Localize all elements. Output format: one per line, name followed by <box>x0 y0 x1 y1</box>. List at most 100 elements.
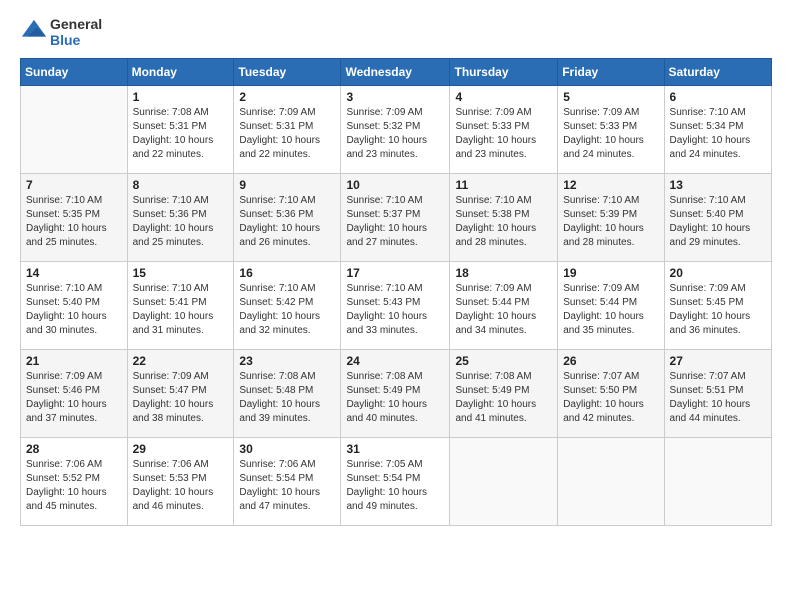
page: General Blue SundayMondayTuesdayWednesda… <box>0 0 792 612</box>
day-info: Sunrise: 7:08 AM Sunset: 5:48 PM Dayligh… <box>239 370 335 426</box>
day-number: 21 <box>26 354 122 368</box>
logo-area: General Blue <box>20 16 102 48</box>
calendar-cell: 30 Sunrise: 7:06 AM Sunset: 5:54 PM Dayli… <box>234 438 341 526</box>
calendar-cell: 17 Sunrise: 7:10 AM Sunset: 5:43 PM Dayli… <box>341 262 450 350</box>
calendar-cell: 3 Sunrise: 7:09 AM Sunset: 5:32 PM Daylig… <box>341 86 450 174</box>
day-info: Sunrise: 7:10 AM Sunset: 5:37 PM Dayligh… <box>346 194 444 250</box>
day-info: Sunrise: 7:10 AM Sunset: 5:38 PM Dayligh… <box>455 194 552 250</box>
calendar-cell: 24Sunrise: 7:08 AM Sunset: 5:49 PM Dayli… <box>341 350 450 438</box>
day-number: 1 <box>133 90 229 104</box>
calendar-cell <box>558 438 664 526</box>
calendar-cell: 20Sunrise: 7:09 AM Sunset: 5:45 PM Dayli… <box>664 262 771 350</box>
calendar-week-3: 14Sunrise: 7:10 AM Sunset: 5:40 PM Dayli… <box>21 262 772 350</box>
day-number: 5 <box>563 90 658 104</box>
day-info: Sunrise: 7:09 AM Sunset: 5:32 PM Dayligh… <box>346 106 444 162</box>
calendar-cell: 14Sunrise: 7:10 AM Sunset: 5:40 PM Dayli… <box>21 262 128 350</box>
day-number: 12 <box>563 178 658 192</box>
day-number: 26 <box>563 354 658 368</box>
calendar-table: SundayMondayTuesdayWednesdayThursdayFrid… <box>20 58 772 526</box>
day-info: Sunrise: 7:10 AM Sunset: 5:40 PM Dayligh… <box>670 194 766 250</box>
calendar-header-friday: Friday <box>558 59 664 86</box>
day-number: 30 <box>239 442 335 456</box>
day-info: Sunrise: 7:09 AM Sunset: 5:33 PM Dayligh… <box>563 106 658 162</box>
calendar-cell <box>21 86 128 174</box>
day-info: Sunrise: 7:10 AM Sunset: 5:41 PM Dayligh… <box>133 282 229 338</box>
day-info: Sunrise: 7:09 AM Sunset: 5:45 PM Dayligh… <box>670 282 766 338</box>
day-info: Sunrise: 7:09 AM Sunset: 5:47 PM Dayligh… <box>133 370 229 426</box>
calendar-cell: 22 Sunrise: 7:09 AM Sunset: 5:47 PM Dayli… <box>127 350 234 438</box>
calendar-cell: 16 Sunrise: 7:10 AM Sunset: 5:42 PM Dayli… <box>234 262 341 350</box>
day-info: Sunrise: 7:10 AM Sunset: 5:34 PM Dayligh… <box>670 106 766 162</box>
day-info: Sunrise: 7:08 AM Sunset: 5:31 PM Dayligh… <box>133 106 229 162</box>
day-number: 17 <box>346 266 444 280</box>
calendar-cell: 1 Sunrise: 7:08 AM Sunset: 5:31 PM Daylig… <box>127 86 234 174</box>
calendar-cell <box>450 438 558 526</box>
day-number: 22 <box>133 354 229 368</box>
day-info: Sunrise: 7:10 AM Sunset: 5:39 PM Dayligh… <box>563 194 658 250</box>
day-info: Sunrise: 7:10 AM Sunset: 5:43 PM Dayligh… <box>346 282 444 338</box>
day-number: 18 <box>455 266 552 280</box>
day-info: Sunrise: 7:10 AM Sunset: 5:36 PM Dayligh… <box>133 194 229 250</box>
day-number: 31 <box>346 442 444 456</box>
header: General Blue <box>20 16 772 48</box>
day-number: 28 <box>26 442 122 456</box>
calendar-week-1: 1 Sunrise: 7:08 AM Sunset: 5:31 PM Daylig… <box>21 86 772 174</box>
day-number: 29 <box>133 442 229 456</box>
day-info: Sunrise: 7:05 AM Sunset: 5:54 PM Dayligh… <box>346 458 444 514</box>
calendar-cell: 25 Sunrise: 7:08 AM Sunset: 5:49 PM Dayli… <box>450 350 558 438</box>
day-number: 14 <box>26 266 122 280</box>
calendar-header-tuesday: Tuesday <box>234 59 341 86</box>
day-info: Sunrise: 7:06 AM Sunset: 5:52 PM Dayligh… <box>26 458 122 514</box>
day-number: 19 <box>563 266 658 280</box>
day-number: 10 <box>346 178 444 192</box>
calendar-cell: 18 Sunrise: 7:09 AM Sunset: 5:44 PM Dayli… <box>450 262 558 350</box>
calendar-cell: 7 Sunrise: 7:10 AM Sunset: 5:35 PM Daylig… <box>21 174 128 262</box>
calendar-cell: 10 Sunrise: 7:10 AM Sunset: 5:37 PM Dayli… <box>341 174 450 262</box>
calendar-cell: 28 Sunrise: 7:06 AM Sunset: 5:52 PM Dayli… <box>21 438 128 526</box>
logo-text: General Blue <box>50 16 102 48</box>
day-info: Sunrise: 7:10 AM Sunset: 5:35 PM Dayligh… <box>26 194 122 250</box>
day-info: Sunrise: 7:10 AM Sunset: 5:42 PM Dayligh… <box>239 282 335 338</box>
calendar-cell: 5 Sunrise: 7:09 AM Sunset: 5:33 PM Daylig… <box>558 86 664 174</box>
day-number: 27 <box>670 354 766 368</box>
logo-icon <box>20 18 48 46</box>
calendar-cell <box>664 438 771 526</box>
calendar-cell: 8Sunrise: 7:10 AM Sunset: 5:36 PM Daylig… <box>127 174 234 262</box>
day-number: 13 <box>670 178 766 192</box>
calendar-cell: 4Sunrise: 7:09 AM Sunset: 5:33 PM Daylig… <box>450 86 558 174</box>
day-number: 11 <box>455 178 552 192</box>
calendar-header-sunday: Sunday <box>21 59 128 86</box>
day-info: Sunrise: 7:06 AM Sunset: 5:54 PM Dayligh… <box>239 458 335 514</box>
day-number: 7 <box>26 178 122 192</box>
day-number: 9 <box>239 178 335 192</box>
calendar-week-4: 21Sunrise: 7:09 AM Sunset: 5:46 PM Dayli… <box>21 350 772 438</box>
day-info: Sunrise: 7:08 AM Sunset: 5:49 PM Dayligh… <box>346 370 444 426</box>
day-number: 25 <box>455 354 552 368</box>
day-number: 6 <box>670 90 766 104</box>
calendar-week-5: 28 Sunrise: 7:06 AM Sunset: 5:52 PM Dayli… <box>21 438 772 526</box>
calendar-cell: 19 Sunrise: 7:09 AM Sunset: 5:44 PM Dayli… <box>558 262 664 350</box>
day-number: 15 <box>133 266 229 280</box>
day-number: 23 <box>239 354 335 368</box>
calendar-header-row: SundayMondayTuesdayWednesdayThursdayFrid… <box>21 59 772 86</box>
calendar-cell: 23 Sunrise: 7:08 AM Sunset: 5:48 PM Dayli… <box>234 350 341 438</box>
calendar-cell: 27Sunrise: 7:07 AM Sunset: 5:51 PM Dayli… <box>664 350 771 438</box>
calendar-cell: 13 Sunrise: 7:10 AM Sunset: 5:40 PM Dayli… <box>664 174 771 262</box>
calendar-cell: 26Sunrise: 7:07 AM Sunset: 5:50 PM Dayli… <box>558 350 664 438</box>
calendar-header-monday: Monday <box>127 59 234 86</box>
day-info: Sunrise: 7:09 AM Sunset: 5:44 PM Dayligh… <box>563 282 658 338</box>
calendar-week-2: 7 Sunrise: 7:10 AM Sunset: 5:35 PM Daylig… <box>21 174 772 262</box>
calendar-cell: 29Sunrise: 7:06 AM Sunset: 5:53 PM Dayli… <box>127 438 234 526</box>
day-info: Sunrise: 7:08 AM Sunset: 5:49 PM Dayligh… <box>455 370 552 426</box>
day-number: 2 <box>239 90 335 104</box>
calendar-cell: 9 Sunrise: 7:10 AM Sunset: 5:36 PM Daylig… <box>234 174 341 262</box>
calendar-cell: 15 Sunrise: 7:10 AM Sunset: 5:41 PM Dayli… <box>127 262 234 350</box>
day-info: Sunrise: 7:10 AM Sunset: 5:36 PM Dayligh… <box>239 194 335 250</box>
day-info: Sunrise: 7:09 AM Sunset: 5:44 PM Dayligh… <box>455 282 552 338</box>
calendar-header-saturday: Saturday <box>664 59 771 86</box>
day-number: 3 <box>346 90 444 104</box>
calendar-cell: 11 Sunrise: 7:10 AM Sunset: 5:38 PM Dayli… <box>450 174 558 262</box>
calendar-cell: 21Sunrise: 7:09 AM Sunset: 5:46 PM Dayli… <box>21 350 128 438</box>
day-number: 4 <box>455 90 552 104</box>
day-number: 16 <box>239 266 335 280</box>
